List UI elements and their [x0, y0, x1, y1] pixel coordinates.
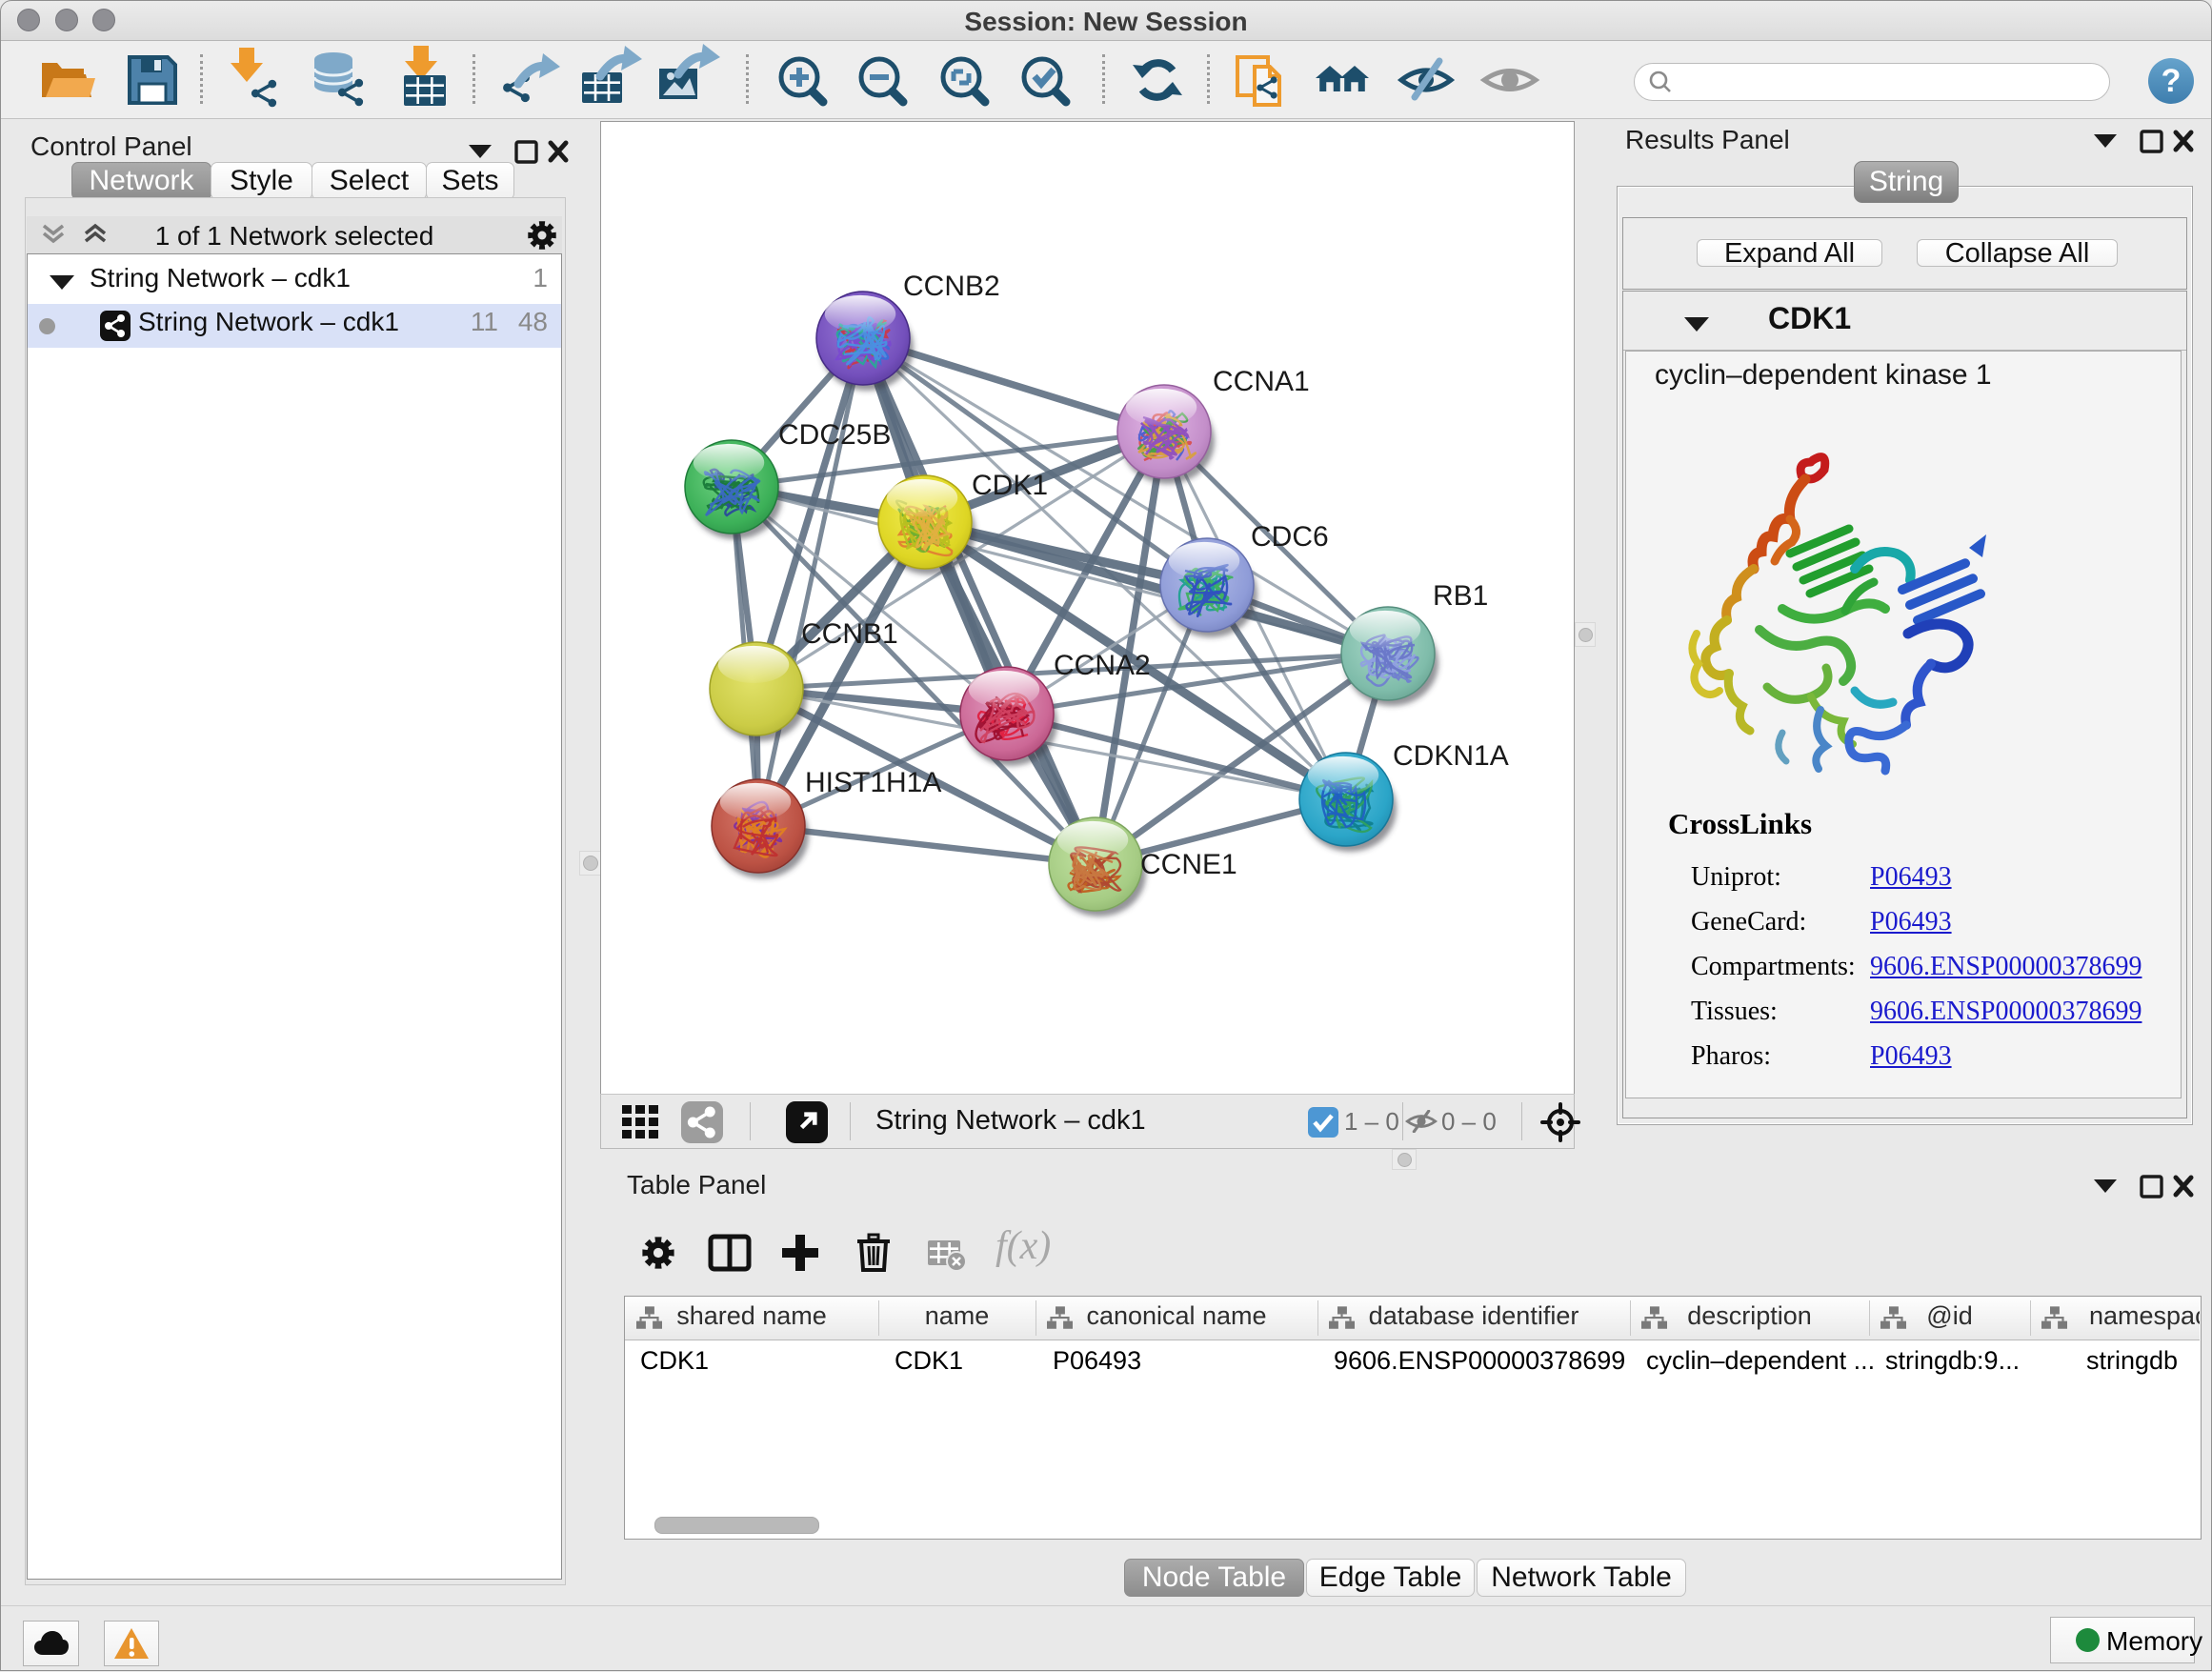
svg-text:CCNB1: CCNB1	[801, 618, 898, 650]
svg-text:CCNE1: CCNE1	[1140, 849, 1237, 880]
svg-text:CCNA1: CCNA1	[1213, 366, 1310, 397]
svg-text:CCNA2: CCNA2	[1054, 650, 1151, 681]
svg-text:CDC6: CDC6	[1251, 521, 1329, 553]
svg-text:CDK1: CDK1	[972, 470, 1048, 501]
svg-text:RB1: RB1	[1433, 580, 1488, 612]
svg-text:CCNB2: CCNB2	[903, 271, 1000, 302]
svg-text:HIST1H1A: HIST1H1A	[805, 767, 941, 798]
svg-text:CDC25B: CDC25B	[778, 419, 891, 451]
svg-text:CDKN1A: CDKN1A	[1393, 740, 1509, 772]
